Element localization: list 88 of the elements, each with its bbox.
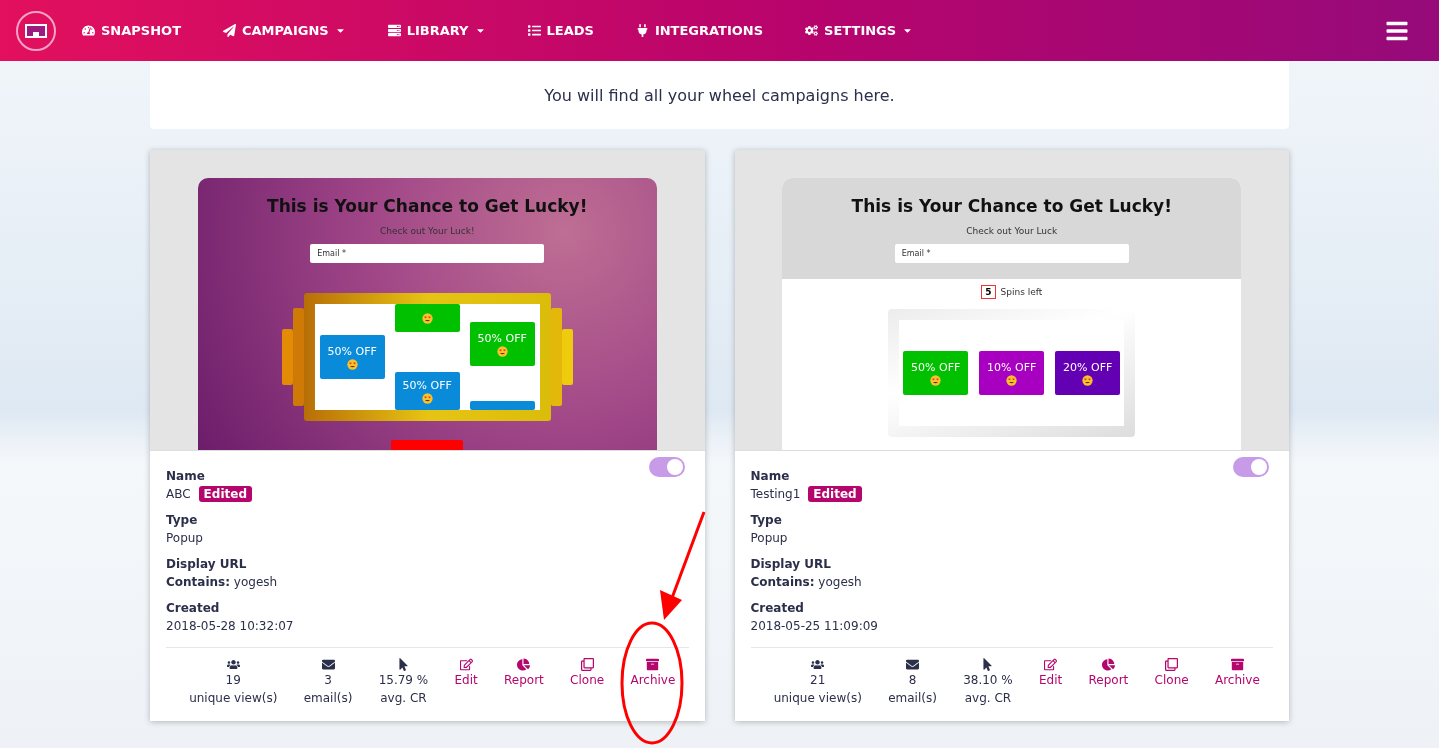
stat-value: 8 xyxy=(908,672,917,689)
field-label: Created xyxy=(750,600,805,617)
copy-icon[interactable] xyxy=(1165,658,1179,671)
action-link[interactable]: Clone xyxy=(570,671,605,689)
prize-label: 10% OFF xyxy=(987,360,1037,374)
users-icon xyxy=(226,658,240,671)
spins-label: Spins left xyxy=(1000,287,1043,297)
field-label: Name xyxy=(750,468,791,485)
prize-label: 50% OFF xyxy=(327,344,377,358)
action-link[interactable]: Report xyxy=(504,671,544,689)
nav-link[interactable]: LIBRARY xyxy=(387,23,486,38)
nav-link[interactable]: SETTINGS xyxy=(805,23,914,38)
stat-value: 38.10 % xyxy=(963,672,1013,689)
action-link[interactable]: Clone xyxy=(1154,671,1189,689)
action-link[interactable]: Edit xyxy=(454,671,478,689)
nav-link[interactable]: CAMPAIGNS xyxy=(223,23,346,38)
stat-label: avg. CR xyxy=(380,690,427,707)
nav-link[interactable]: LEADS xyxy=(527,23,594,38)
paper-plane-icon xyxy=(223,24,236,37)
campaign-name: Testing1 xyxy=(750,486,801,503)
campaign-name: ABC xyxy=(166,486,191,503)
list-icon xyxy=(527,24,541,37)
prize-label: 50% OFF xyxy=(911,360,961,374)
heart-eyes-face-icon xyxy=(1006,374,1018,386)
copy-icon[interactable] xyxy=(580,658,594,671)
heart-eyes-face-icon xyxy=(496,345,508,357)
prize-label: 20% OFF xyxy=(1063,360,1113,374)
gauge-icon xyxy=(82,24,95,37)
field-label: Created xyxy=(166,600,221,617)
action-link[interactable]: Edit xyxy=(1039,671,1063,689)
email-field[interactable]: Email * xyxy=(310,244,545,263)
server-icon xyxy=(387,24,401,37)
campaign-type: Popup xyxy=(750,530,789,547)
pie-chart-icon[interactable] xyxy=(517,658,531,671)
display-url: Contains: yogesh xyxy=(750,574,863,591)
nav-link[interactable]: INTEGRATIONS xyxy=(635,23,764,38)
heart-eyes-face-icon xyxy=(346,358,358,370)
edit-icon[interactable] xyxy=(459,658,473,671)
action-link[interactable]: Report xyxy=(1088,671,1129,689)
banner-text: You will find all your wheel campaigns here. xyxy=(544,85,895,105)
logo-icon[interactable] xyxy=(16,10,56,51)
email-field[interactable]: Email * xyxy=(894,244,1129,263)
created-date: 2018-05-25 11:09:09 xyxy=(750,618,879,635)
campaign-type: Popup xyxy=(166,530,204,547)
field-label: Type xyxy=(166,512,199,529)
stat-value: 3 xyxy=(324,672,332,689)
heart-eyes-face-icon xyxy=(930,374,942,386)
popup-title: This is Your Chance to Get Lucky! xyxy=(267,196,588,216)
prize-label: 50% OFF xyxy=(402,378,452,392)
stat-value: 15.79 % xyxy=(378,672,429,689)
toggle-switch[interactable] xyxy=(1233,457,1269,477)
spins-count: 5 xyxy=(981,285,996,299)
archive-box-icon[interactable] xyxy=(646,658,660,671)
toggle-switch[interactable] xyxy=(648,457,685,477)
prize-label: 50% OFF xyxy=(477,331,527,345)
stat-label: avg. CR xyxy=(964,690,1012,707)
pie-chart-icon[interactable] xyxy=(1101,658,1115,671)
field-label: Name xyxy=(166,468,206,485)
users-icon xyxy=(811,658,825,671)
stat-label: unique view(s) xyxy=(773,690,862,707)
action-link[interactable]: Archive xyxy=(630,671,676,689)
heart-eyes-face-icon xyxy=(1082,374,1094,386)
status-badge: Edited xyxy=(198,486,252,502)
gears-icon xyxy=(805,24,819,37)
field-label: Type xyxy=(750,512,783,529)
archive-box-icon[interactable] xyxy=(1230,658,1244,671)
plug-icon xyxy=(635,24,649,37)
field-label: Display URL xyxy=(166,556,248,573)
stat-label: email(s) xyxy=(303,690,353,707)
stat-label: email(s) xyxy=(888,690,937,707)
popup-subtitle: Check out Your Luck xyxy=(966,226,1058,236)
envelope-icon xyxy=(321,658,335,671)
nav-link[interactable]: SNAPSHOT xyxy=(82,23,181,38)
envelope-icon xyxy=(906,658,919,671)
status-badge: Edited xyxy=(808,486,862,502)
stat-label: unique view(s) xyxy=(189,690,278,707)
display-url: Contains: yogesh xyxy=(166,574,279,591)
popup-title: This is Your Chance to Get Lucky! xyxy=(851,196,1172,216)
heart-eyes-face-icon xyxy=(421,392,433,404)
created-date: 2018-05-28 10:32:07 xyxy=(166,618,295,635)
stat-value: 21 xyxy=(810,672,826,689)
field-label: Display URL xyxy=(750,556,832,573)
cursor-icon xyxy=(396,658,410,671)
popup-subtitle: Check out Your Luck! xyxy=(379,226,475,236)
action-link[interactable]: Archive xyxy=(1214,671,1260,689)
stat-value: 19 xyxy=(225,672,241,689)
heart-eyes-face-icon xyxy=(421,312,433,324)
edit-icon[interactable] xyxy=(1044,658,1058,671)
